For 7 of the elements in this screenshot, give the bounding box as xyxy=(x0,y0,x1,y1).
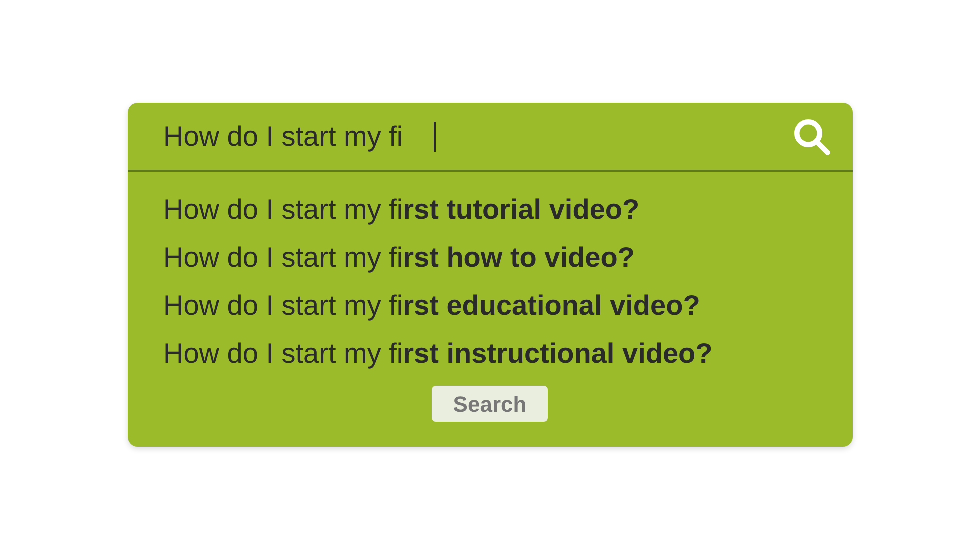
suggestion-item[interactable]: How do I start my first how to video? xyxy=(164,240,852,276)
suggestion-item[interactable]: How do I start my first instructional video? xyxy=(164,336,852,372)
search-button[interactable]: Search xyxy=(432,386,548,422)
text-caret xyxy=(434,122,436,152)
suggestion-item[interactable]: How do I start my first educational video? xyxy=(164,288,852,324)
search-field[interactable]: How do I start my fi xyxy=(164,116,434,158)
suggestion-item[interactable]: How do I start my first tutorial video? xyxy=(164,192,852,228)
